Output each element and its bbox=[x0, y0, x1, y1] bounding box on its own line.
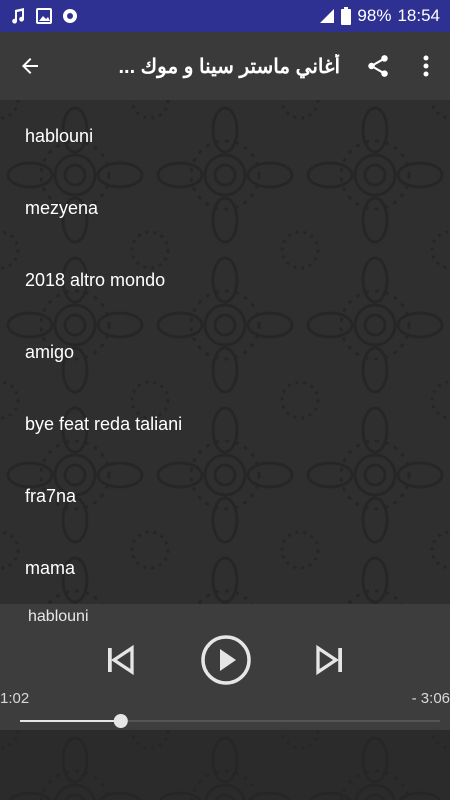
song-title: mama bbox=[25, 557, 76, 578]
skip-next-icon bbox=[316, 644, 342, 676]
song-list-item[interactable]: mama bbox=[0, 532, 450, 604]
image-icon bbox=[36, 8, 52, 24]
share-icon bbox=[368, 55, 388, 77]
clock: 18:54 bbox=[397, 6, 440, 25]
seek-progress bbox=[20, 720, 121, 722]
page-title: أغاني ماستر سينا و موك ... bbox=[118, 55, 340, 78]
now-playing-title: hablouni bbox=[28, 608, 89, 625]
next-button[interactable] bbox=[310, 640, 350, 680]
playback-controls bbox=[0, 628, 450, 694]
status-bar: 98% 18:54 bbox=[0, 0, 450, 32]
app-toolbar: أغاني ماستر سينا و موك ... bbox=[0, 32, 450, 100]
signal-icon bbox=[320, 9, 335, 23]
song-list-item[interactable]: 2018 altro mondo bbox=[0, 244, 450, 316]
song-title: mezyena bbox=[25, 197, 99, 218]
song-list: hablouni mezyena 2018 altro mondo amigo bye … bbox=[0, 100, 450, 604]
song-list-item[interactable]: amigo bbox=[0, 316, 450, 388]
song-list-item[interactable]: mezyena bbox=[0, 172, 450, 244]
back-button[interactable] bbox=[0, 32, 60, 100]
more-options-button[interactable] bbox=[402, 32, 450, 100]
play-button[interactable] bbox=[198, 632, 254, 688]
song-list-item[interactable]: hablouni bbox=[0, 100, 450, 172]
skip-previous-icon bbox=[108, 644, 134, 676]
elapsed-time: 1:02 bbox=[0, 690, 30, 707]
more-vert-icon bbox=[423, 55, 429, 77]
song-title: hablouni bbox=[25, 125, 94, 146]
song-title: 2018 altro mondo bbox=[25, 269, 166, 290]
music-note-icon bbox=[12, 8, 25, 24]
mini-player: hablouni 1:02 - 3:06 bbox=[0, 604, 450, 730]
song-title: fra7na bbox=[25, 485, 77, 506]
song-title: amigo bbox=[25, 341, 75, 362]
song-title: bye feat reda taliani bbox=[25, 413, 183, 434]
song-list-item[interactable]: fra7na bbox=[0, 460, 450, 532]
previous-button[interactable] bbox=[100, 640, 140, 680]
back-arrow-icon bbox=[22, 58, 38, 74]
song-list-item[interactable]: bye feat reda taliani bbox=[0, 388, 450, 460]
battery-level: 98% bbox=[357, 6, 392, 25]
seek-thumb[interactable] bbox=[113, 714, 128, 728]
settings-icon bbox=[63, 9, 77, 23]
seek-bar[interactable] bbox=[20, 714, 440, 728]
remaining-time: - 3:06 bbox=[411, 690, 450, 707]
play-circle-icon bbox=[201, 635, 251, 685]
share-button[interactable] bbox=[354, 32, 402, 100]
bottom-background bbox=[0, 730, 450, 800]
battery-icon bbox=[341, 7, 352, 25]
